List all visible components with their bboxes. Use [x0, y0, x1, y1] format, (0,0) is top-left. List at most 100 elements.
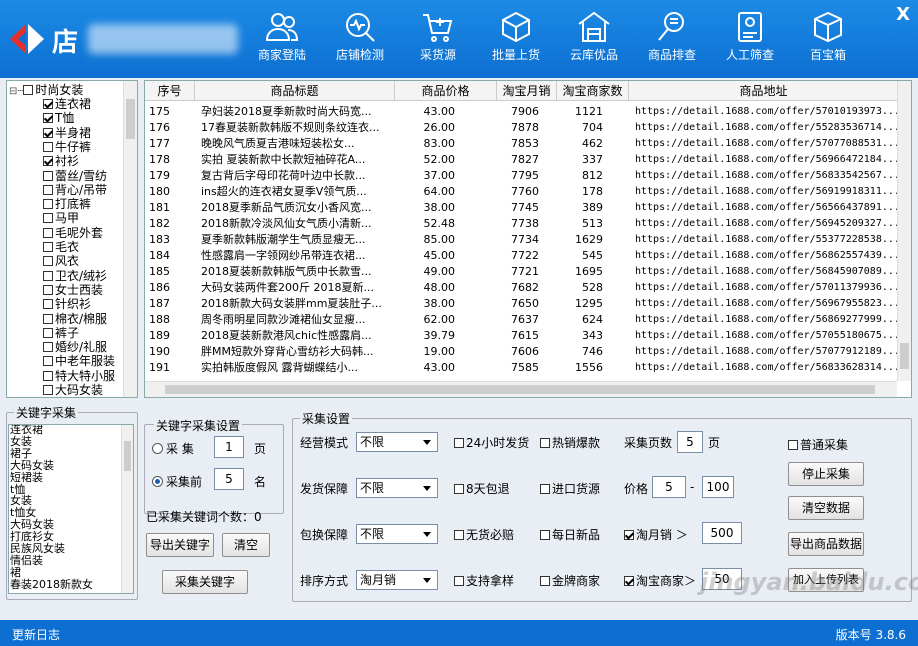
checkbox-icon[interactable]: [540, 530, 550, 540]
check-normal-collect[interactable]: 普通采集: [788, 436, 848, 453]
tree-item[interactable]: 背心/吊带: [43, 183, 107, 197]
keyword-item[interactable]: 短裙装: [10, 472, 43, 483]
col-header-url[interactable]: 商品地址: [629, 81, 899, 101]
checkbox-icon[interactable]: [43, 256, 53, 267]
checkbox-icon[interactable]: [43, 313, 53, 324]
nav-manual-screen[interactable]: 人工筛查: [712, 6, 788, 72]
tree-item[interactable]: 婚纱/礼服: [43, 341, 107, 354]
checkbox-icon[interactable]: [43, 113, 53, 124]
table-row[interactable]: 180 ins超火的连衣裙女夏季V领气质... 64.00 7760 178 https:…: [145, 184, 897, 200]
check-gold-merchant[interactable]: 金牌商家: [540, 572, 600, 589]
nav-product-check[interactable]: 商品排查: [634, 6, 710, 72]
tree-item[interactable]: 衬衫: [43, 155, 79, 168]
keyword-item[interactable]: t恤女: [10, 507, 36, 518]
check-sample-support[interactable]: 支持拿样: [454, 572, 514, 589]
table-row[interactable]: 177 晚晚风气质夏吉港味短装松女... 83.00 7853 462 https://d…: [145, 136, 897, 152]
table-row[interactable]: 189 2018夏装新款港风chic性感露肩... 39.79 7615 343 http…: [145, 328, 897, 344]
keyword-item[interactable]: 裙子: [10, 448, 32, 459]
checkbox-icon[interactable]: [23, 85, 34, 95]
checkbox-icon[interactable]: [43, 342, 53, 353]
table-row[interactable]: 181 2018夏季新品气质沉女小香风宽... 38.00 7745 389 https:…: [145, 200, 897, 216]
scroll-thumb[interactable]: [124, 441, 131, 471]
checkbox-icon[interactable]: [43, 370, 53, 381]
checkbox-icon[interactable]: [788, 440, 798, 450]
tree-item[interactable]: 牛仔裤: [43, 140, 91, 154]
checkbox-icon[interactable]: [43, 242, 53, 252]
tree-item[interactable]: 半身裙: [43, 126, 91, 140]
export-products-button[interactable]: 导出商品数据: [788, 532, 864, 556]
radio-icon[interactable]: [152, 443, 163, 454]
col-header-merchants[interactable]: 淘宝商家数: [557, 81, 629, 101]
table-row[interactable]: 185 2018夏装新款韩版气质中长款雪... 49.00 7721 1695 https…: [145, 264, 897, 280]
checkbox-icon[interactable]: [43, 327, 53, 338]
shipping-select[interactable]: 不限: [356, 478, 438, 498]
check-merchant-count[interactable]: 淘宝商家＞: [624, 572, 696, 589]
check-8day-return[interactable]: 8天包退: [454, 480, 510, 497]
keyword-item[interactable]: 大码女装: [10, 460, 54, 471]
keyword-list[interactable]: 连衣裙 女装 裙子 大码女装 短裙装 t恤 女装 t恤女 大码女装 打底衫女 民族风女装 情侣装裙春装…: [8, 424, 134, 594]
table-row[interactable]: 190 胖MM短款外穿背心雪纺衫大码韩... 19.00 7606 746 https:/…: [145, 344, 897, 360]
table-hscrollbar[interactable]: [145, 381, 897, 397]
checkbox-icon[interactable]: [540, 576, 550, 586]
tree-item[interactable]: 裤子: [43, 326, 79, 340]
close-icon[interactable]: X: [896, 4, 910, 25]
radio-icon[interactable]: [152, 476, 163, 487]
check-hot-sale[interactable]: 热销爆款: [540, 434, 600, 451]
keyword-item[interactable]: 大码女装: [10, 519, 54, 530]
pages-input[interactable]: 1: [214, 436, 244, 458]
checkbox-icon[interactable]: [454, 530, 464, 540]
collect-keywords-button[interactable]: 采集关键字: [162, 570, 248, 594]
checkbox-icon[interactable]: [43, 99, 53, 109]
keyword-item[interactable]: 春装2018新款女: [10, 579, 93, 590]
check-daily-new[interactable]: 每日新品: [540, 526, 600, 543]
checkbox-icon[interactable]: [454, 576, 464, 586]
update-log-link[interactable]: 更新日志: [12, 626, 60, 643]
checkbox-icon[interactable]: [43, 356, 53, 367]
scroll-thumb[interactable]: [165, 385, 875, 394]
tree-item[interactable]: 连衣裙: [43, 98, 91, 111]
keyword-item[interactable]: 女装: [10, 436, 32, 447]
checkbox-icon[interactable]: [454, 438, 464, 448]
keyword-item[interactable]: 女装: [10, 495, 32, 506]
tree-item[interactable]: 蕾丝/雪纺: [43, 169, 107, 183]
nav-source-goods[interactable]: 采货源: [400, 6, 476, 72]
check-no-stock-compensate[interactable]: 无货必赔: [454, 526, 514, 543]
table-row[interactable]: 175 孕妇装2018夏季新款时尚大码宽... 43.00 7906 1121 https…: [145, 104, 897, 120]
table-row[interactable]: 176 17春夏装新款韩版不规则条纹连衣... 26.00 7878 704 https:…: [145, 120, 897, 136]
radio-top-n[interactable]: 采集前: [152, 473, 202, 490]
monthly-sales-input[interactable]: 500: [702, 522, 742, 544]
checkbox-icon[interactable]: [43, 299, 53, 310]
tree-item[interactable]: 马甲: [43, 212, 79, 225]
check-monthly-sales[interactable]: 淘月销 ＞: [624, 526, 688, 543]
top-n-input[interactable]: 5: [214, 468, 244, 490]
table-row[interactable]: 187 2018新款大码女装胖mm夏装肚子... 38.00 7650 1295 http…: [145, 296, 897, 312]
nav-cloud-goods[interactable]: 云库优品: [556, 6, 632, 72]
scroll-thumb[interactable]: [126, 99, 135, 139]
checkbox-icon[interactable]: [43, 127, 53, 138]
tree-item[interactable]: 棉衣/棉服: [43, 312, 107, 326]
tree-item[interactable]: 风衣: [43, 255, 79, 268]
nav-shop-check[interactable]: 店铺检测: [322, 6, 398, 72]
tree-item[interactable]: 毛衣: [43, 241, 79, 254]
table-row[interactable]: 179 复古背后字母印花荷叶边中长款... 37.00 7795 812 https://…: [145, 168, 897, 184]
table-row[interactable]: 191 实拍韩版度假风 露背蝴蝶结小... 43.00 7585 1556 https:/…: [145, 360, 897, 376]
checkbox-icon[interactable]: [43, 385, 53, 395]
keyword-item[interactable]: 连衣裙: [10, 425, 43, 435]
check-import-source[interactable]: 进口货源: [540, 480, 600, 497]
tree-item[interactable]: 毛呢外套: [43, 226, 103, 240]
tree-scrollbar[interactable]: [123, 81, 137, 397]
col-header-price[interactable]: 商品价格: [395, 81, 497, 101]
col-header-title[interactable]: 商品标题: [195, 81, 395, 101]
clear-keywords-button[interactable]: 清空: [222, 533, 270, 557]
tree-item[interactable]: 卫衣/绒衫: [43, 269, 107, 283]
table-row[interactable]: 186 大码女装两件套200斤 2018夏新... 48.00 7682 528 http…: [145, 280, 897, 296]
clear-data-button[interactable]: 清空数据: [788, 496, 864, 520]
nav-merchant-login[interactable]: 商家登陆: [244, 6, 320, 72]
keyword-item[interactable]: 裙: [10, 567, 21, 578]
check-24h-shipping[interactable]: 24小时发货: [454, 434, 529, 451]
tree-item[interactable]: 中老年服装: [43, 355, 115, 368]
checkbox-icon[interactable]: [43, 156, 53, 167]
nav-toolbox[interactable]: 百宝箱: [790, 6, 866, 72]
keyword-item[interactable]: 民族风女装: [10, 543, 65, 554]
tree-item[interactable]: 女士西装: [43, 283, 103, 297]
